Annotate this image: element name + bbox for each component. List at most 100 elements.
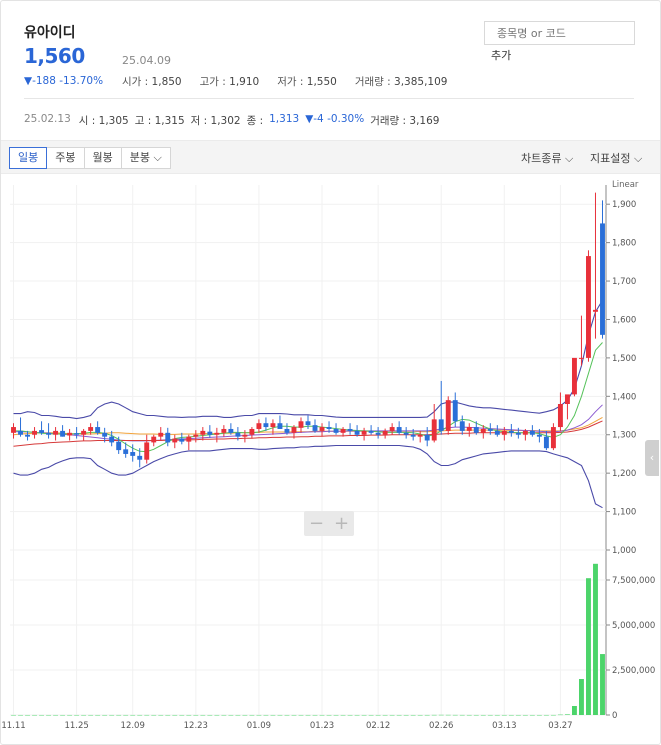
- volume-bar: [396, 714, 402, 716]
- candle-body: [375, 432, 381, 435]
- volume-bar: [586, 578, 591, 715]
- volume-bar: [214, 714, 220, 716]
- price-tick-label: 1,300: [612, 431, 636, 441]
- candle-body: [242, 434, 248, 437]
- volume-bar: [466, 714, 472, 716]
- date-tick-label: 03.13: [492, 721, 516, 731]
- bollinger-bands: [13, 300, 603, 509]
- candle-body: [18, 430, 23, 435]
- candle-body: [270, 423, 276, 428]
- volume-bar: [564, 714, 570, 715]
- volume-bar: [137, 714, 143, 716]
- candle-body: [39, 430, 45, 433]
- candle-body: [550, 427, 556, 449]
- volume-bar: [550, 714, 556, 716]
- candle-body: [277, 423, 283, 429]
- volume-bar: [123, 714, 129, 716]
- volume-bar: [305, 714, 311, 716]
- candle-body: [263, 423, 269, 428]
- candle-body: [487, 428, 493, 431]
- candle-body: [579, 357, 584, 359]
- candle-body: [361, 430, 367, 435]
- price-axis: 1,900 1,800 1,700 1,600 1,500 1,400 1,300 1,200…: [606, 200, 636, 556]
- candle-body: [340, 428, 346, 433]
- date-tick-label: 01.23: [310, 721, 334, 731]
- volume-bar: [263, 714, 269, 716]
- volume-tick-label: 5,000,000: [612, 621, 655, 631]
- candle-body: [319, 427, 325, 431]
- bollinger-upper: [13, 300, 603, 420]
- price-tick-label: 1,400: [612, 392, 636, 402]
- volume-bar: [424, 714, 430, 716]
- zoom-out-icon[interactable]: −: [304, 511, 329, 536]
- date-tick-label: 11.25: [64, 721, 88, 731]
- volume-bar: [116, 714, 122, 716]
- candle-body: [81, 430, 87, 435]
- volume-bar: [130, 714, 136, 716]
- volume-bar: [46, 714, 52, 716]
- date-tick-label: 02.12: [366, 721, 390, 731]
- candle-body: [459, 421, 465, 431]
- candle-body: [571, 357, 577, 395]
- candle-body: [600, 223, 605, 335]
- volume-bar: [312, 714, 318, 716]
- volume-bar: [144, 714, 150, 716]
- volume-bars: [11, 563, 605, 716]
- date-tick-label: 12.09: [121, 721, 145, 731]
- volume-bar: [235, 714, 241, 716]
- side-panel-handle[interactable]: ‹: [645, 440, 659, 476]
- candle-body: [32, 430, 37, 435]
- volume-bar: [529, 714, 535, 716]
- volume-bar: [438, 714, 444, 716]
- volume-bar: [410, 714, 416, 716]
- candle-body: [123, 449, 129, 454]
- candle-body: [312, 425, 318, 431]
- volume-bar: [11, 714, 16, 716]
- candle-body: [347, 428, 353, 431]
- candle-body: [193, 434, 199, 437]
- volume-bar: [151, 714, 157, 716]
- volume-bar: [473, 714, 479, 716]
- volume-bar: [417, 714, 423, 716]
- candle-body: [172, 438, 178, 443]
- candle-body: [116, 441, 122, 451]
- volume-bar: [571, 706, 577, 715]
- volume-bar: [186, 714, 192, 716]
- candle-body: [501, 430, 507, 435]
- volume-bar: [347, 714, 353, 716]
- candle-body: [536, 434, 542, 437]
- volume-bar: [431, 714, 437, 716]
- price-tick-label: 1,200: [612, 469, 636, 479]
- volume-bar: [375, 714, 381, 716]
- stock-chart[interactable]: 1,900 1,800 1,700 1,600 1,500 1,400 1,300 1,200…: [0, 0, 661, 745]
- bollinger-lower: [13, 444, 603, 509]
- volume-bar: [368, 714, 374, 716]
- volume-bar: [452, 714, 458, 716]
- zoom-in-icon[interactable]: +: [329, 511, 354, 536]
- volume-bar: [60, 714, 66, 716]
- volume-bar: [228, 714, 234, 716]
- price-tick-label: 1,700: [612, 277, 636, 287]
- volume-bar: [487, 714, 493, 716]
- volume-bar: [32, 714, 37, 716]
- volume-bar: [221, 714, 227, 716]
- volume-bar: [361, 714, 367, 716]
- volume-tick-label: 2,500,000: [612, 666, 655, 676]
- volume-bar: [193, 714, 199, 716]
- price-tick-label: 1,100: [612, 508, 636, 518]
- candle-body: [354, 430, 360, 435]
- candle-body: [151, 436, 157, 443]
- candle-body: [158, 432, 164, 437]
- volume-bar: [74, 714, 80, 716]
- scale-label: Linear: [612, 180, 639, 190]
- candle-body: [60, 430, 66, 437]
- candle-body: [291, 427, 297, 433]
- candle-body: [46, 432, 52, 435]
- volume-bar: [67, 714, 73, 716]
- chart-grid: [10, 185, 607, 716]
- candle-body: [557, 404, 563, 428]
- price-tick-label: 1,800: [612, 239, 636, 249]
- price-tick-label: 1,500: [612, 354, 636, 364]
- volume-bar: [557, 714, 563, 716]
- candle-body: [389, 427, 395, 431]
